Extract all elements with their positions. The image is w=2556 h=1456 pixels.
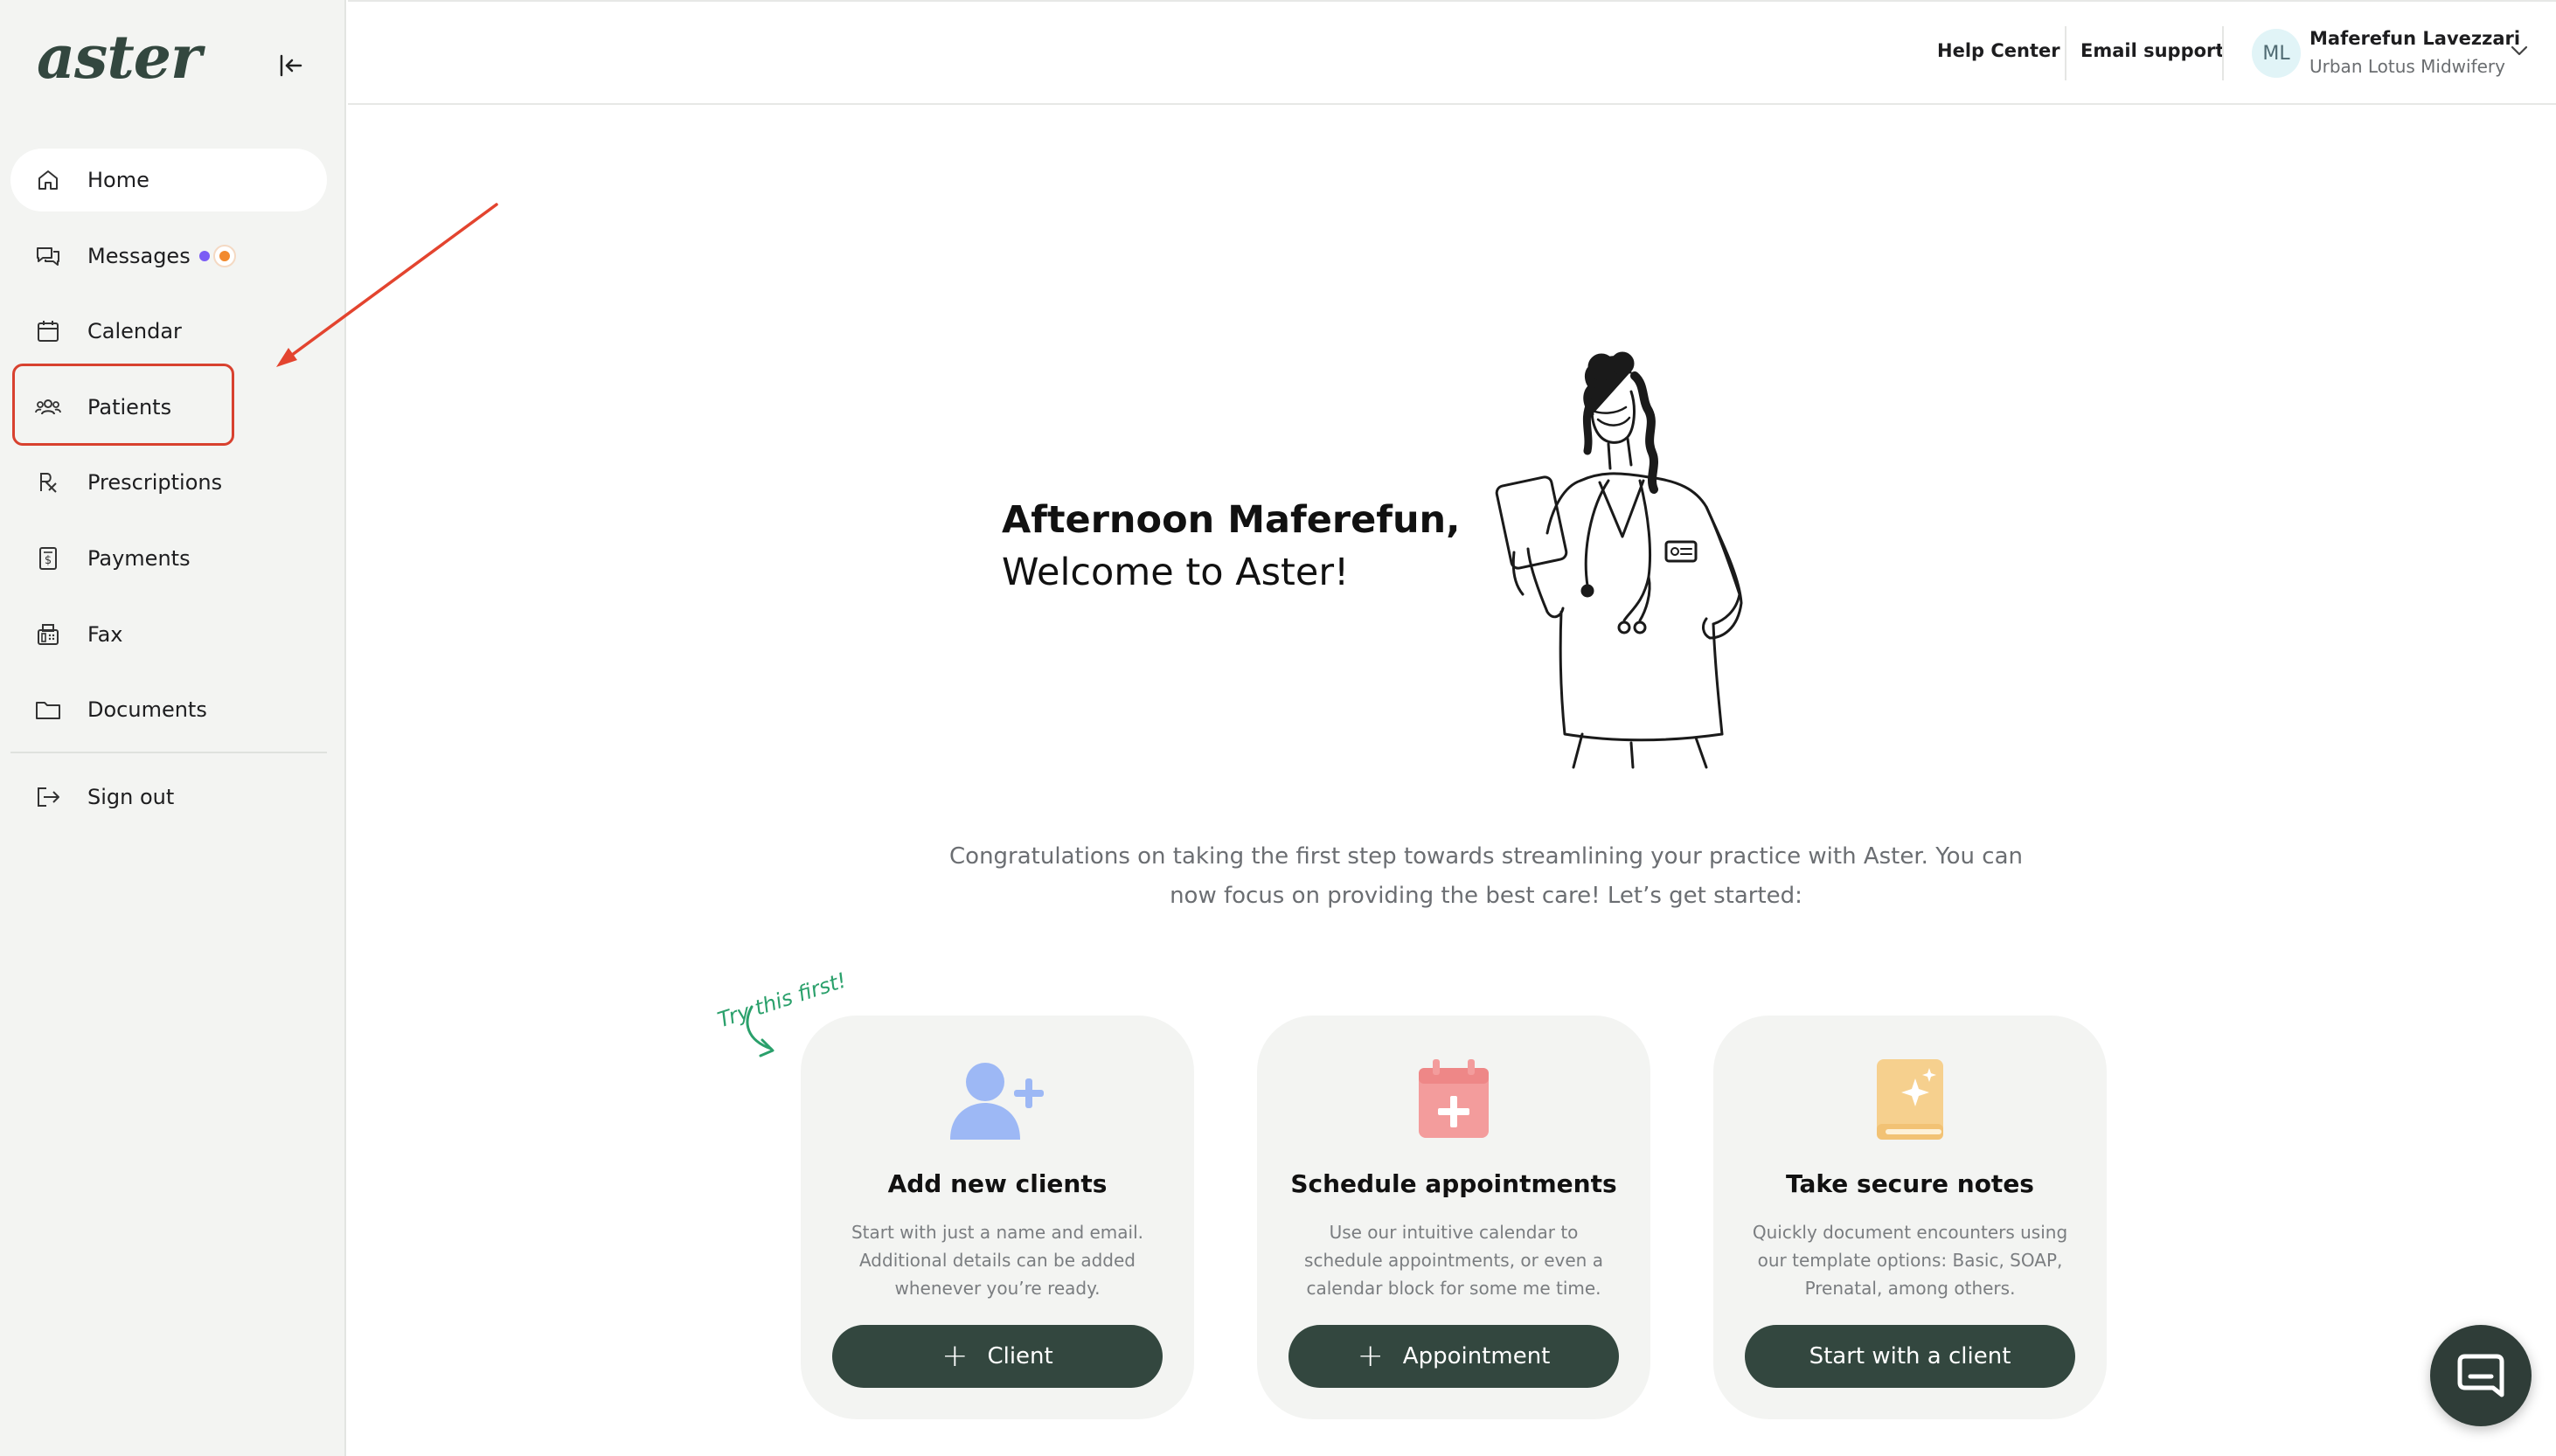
welcome-subtitle: Welcome to Aster! xyxy=(1002,551,1350,594)
app-root: aster Home Messages Calendar Patients Pr… xyxy=(0,0,2556,1456)
sidebar-item-label: Patients xyxy=(87,394,172,419)
folder-icon xyxy=(33,695,63,725)
header-divider xyxy=(2222,26,2224,80)
brand-logo: aster xyxy=(37,23,202,93)
greeting-title: Afternoon Maferefun, xyxy=(1002,498,1461,542)
card-title: Add new clients xyxy=(887,1169,1108,1198)
header-divider xyxy=(2065,26,2066,80)
sidebar-item-fax[interactable]: Fax xyxy=(10,603,327,666)
sidebar-item-label: Prescriptions xyxy=(87,470,223,496)
home-icon xyxy=(33,165,63,195)
button-label: Appointment xyxy=(1402,1343,1551,1369)
user-menu-chevron[interactable] xyxy=(2509,44,2530,61)
collapse-icon xyxy=(280,54,302,77)
annotation-arrow xyxy=(276,203,498,367)
payments-icon: $ xyxy=(33,544,63,573)
plus-icon: + xyxy=(941,1338,969,1374)
user-name: Maferefun Lavezzari xyxy=(2309,28,2521,49)
chat-icon xyxy=(2457,1354,2504,1397)
plus-icon: + xyxy=(1357,1338,1384,1374)
card-title: Schedule appointments xyxy=(1290,1169,1617,1198)
card-schedule-appointments: Schedule appointments Use our intuitive … xyxy=(1257,1016,1650,1419)
chat-support-button[interactable] xyxy=(2430,1325,2532,1426)
calendar-plus-icon xyxy=(1401,1056,1506,1143)
top-header xyxy=(348,0,2556,105)
add-user-icon xyxy=(945,1056,1050,1143)
messages-icon xyxy=(33,241,63,271)
card-description: Start with just a name and email. Additi… xyxy=(851,1222,1144,1299)
nurse-illustration xyxy=(1495,351,1743,769)
card-description: Quickly document encounters using our te… xyxy=(1752,1222,2068,1299)
sign-out-button[interactable]: Sign out xyxy=(10,766,327,829)
help-center-link[interactable]: Help Center xyxy=(1937,40,2060,61)
sidebar-item-label: Home xyxy=(87,168,149,192)
button-label: Start with a client xyxy=(1809,1343,2011,1369)
collapse-sidebar-button[interactable] xyxy=(274,51,308,80)
sidebar-item-label: Calendar xyxy=(87,319,182,344)
sidebar-signout-group: Sign out xyxy=(10,766,327,842)
svg-text:$: $ xyxy=(45,554,52,567)
user-organization: Urban Lotus Midwifery xyxy=(2309,56,2505,77)
sidebar-item-documents[interactable]: Documents xyxy=(10,678,327,741)
sidebar-item-label: Documents xyxy=(87,697,207,723)
unread-dot xyxy=(198,250,210,261)
add-client-button[interactable]: + Client xyxy=(832,1325,1163,1388)
patients-icon xyxy=(33,392,63,422)
sign-out-label: Sign out xyxy=(87,785,175,809)
notebook-icon xyxy=(1858,1056,1962,1143)
start-with-client-button[interactable]: Start with a client xyxy=(1745,1325,2075,1388)
fax-icon xyxy=(33,620,63,649)
card-secure-notes: Take secure notes Quickly document encou… xyxy=(1713,1016,2107,1419)
calendar-icon xyxy=(33,316,63,346)
sidebar-divider xyxy=(10,752,327,753)
sidebar-item-payments[interactable]: $ Payments xyxy=(10,527,327,590)
intro-text: Congratulations on taking the first step… xyxy=(949,843,2023,909)
prescription-icon xyxy=(33,468,63,497)
sidebar-item-label: Payments xyxy=(87,545,191,571)
sidebar-item-label: Messages xyxy=(87,243,191,268)
unread-indicators xyxy=(198,244,236,267)
card-description: Use our intuitive calendar to schedule a… xyxy=(1304,1222,1603,1299)
email-support-link[interactable]: Email support xyxy=(2080,40,2224,61)
card-title: Take secure notes xyxy=(1786,1169,2034,1198)
notification-dot xyxy=(212,244,236,267)
card-add-clients: Add new clients Start with just a name a… xyxy=(801,1016,1194,1419)
sidebar-item-prescriptions[interactable]: Prescriptions xyxy=(10,451,327,514)
chevron-down-icon xyxy=(2511,45,2528,56)
sidebar-item-patients[interactable]: Patients xyxy=(10,376,327,439)
button-label: Client xyxy=(987,1343,1053,1369)
sign-out-icon xyxy=(33,782,63,812)
avatar[interactable]: ML xyxy=(2252,29,2301,78)
add-appointment-button[interactable]: + Appointment xyxy=(1288,1325,1619,1388)
sidebar-item-label: Fax xyxy=(87,621,123,647)
